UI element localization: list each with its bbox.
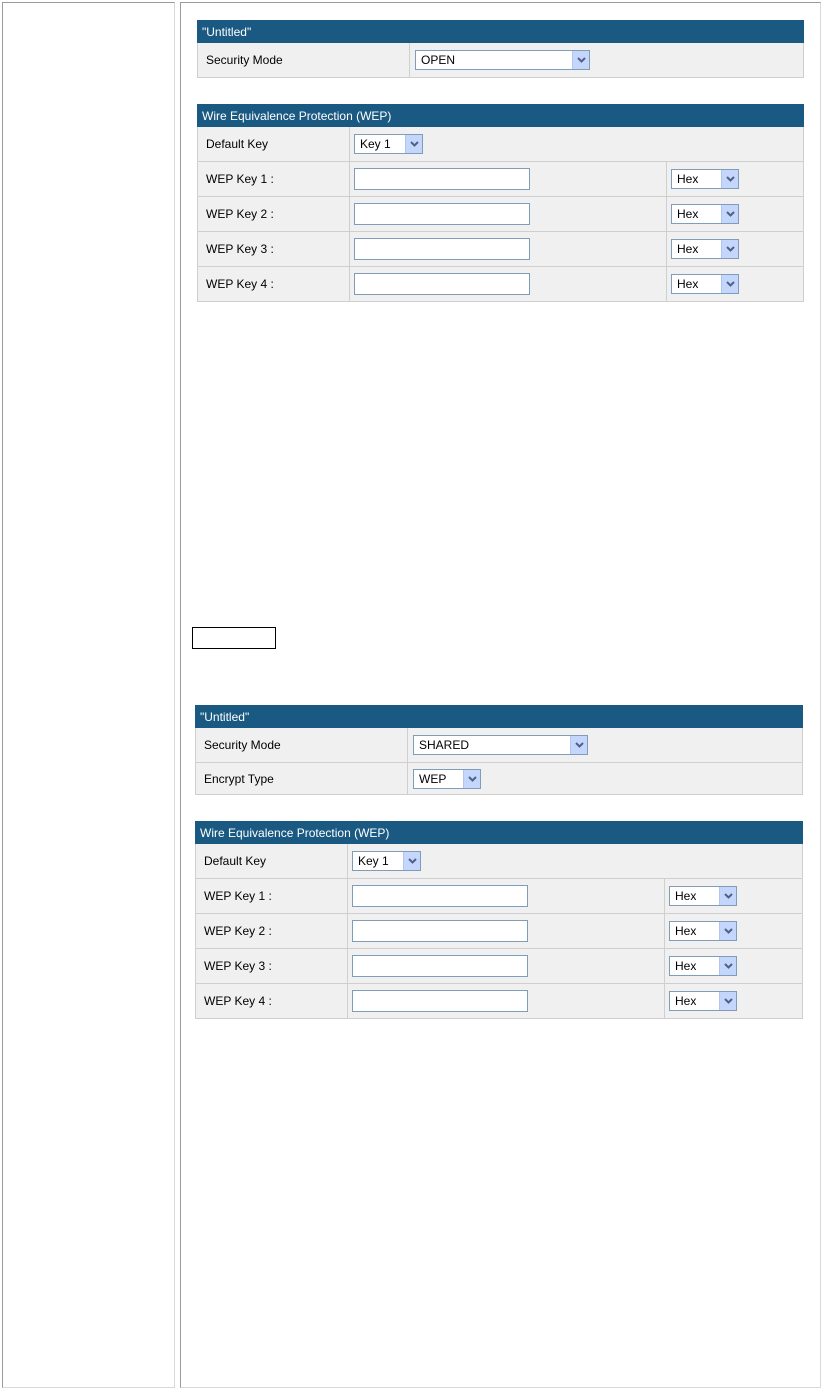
security-mode-label: Security Mode (195, 727, 408, 763)
empty-label-box (192, 627, 276, 649)
chevron-down-icon[interactable] (719, 922, 736, 940)
table-title: "Untitled" (195, 705, 803, 728)
security-table-shared: "Untitled" Security Mode SHARED Encrypt … (195, 705, 803, 795)
chevron-down-icon[interactable] (719, 992, 736, 1010)
wep-key-label: WEP Key 2 : (197, 196, 350, 232)
chevron-down-icon[interactable] (572, 51, 589, 69)
wep-key-2-format-select[interactable]: Hex (669, 921, 737, 941)
wep-key-3-input[interactable] (354, 238, 530, 260)
wep-key-4-format-select[interactable]: Hex (671, 274, 739, 294)
chevron-down-icon[interactable] (719, 887, 736, 905)
wep-key-label: WEP Key 3 : (197, 231, 350, 267)
chevron-down-icon[interactable] (721, 205, 738, 223)
chevron-down-icon[interactable] (721, 275, 738, 293)
wep-table-open: Wire Equivalence Protection (WEP) Defaul… (197, 104, 804, 302)
wep-key-2-input[interactable] (352, 920, 528, 942)
chevron-down-icon[interactable] (721, 170, 738, 188)
chevron-down-icon[interactable] (719, 957, 736, 975)
wep-title: Wire Equivalence Protection (WEP) (197, 104, 804, 127)
encrypt-type-label: Encrypt Type (195, 762, 408, 795)
chevron-down-icon[interactable] (463, 769, 480, 788)
left-frame (2, 2, 175, 1388)
encrypt-type-select[interactable]: WEP (413, 768, 481, 789)
default-key-label: Default Key (195, 843, 348, 879)
wep-key-1-input[interactable] (352, 885, 528, 907)
wep-key-4-input[interactable] (352, 990, 528, 1012)
wep-key-1-input[interactable] (354, 168, 530, 190)
wep-key-label: WEP Key 4 : (195, 983, 348, 1019)
security-mode-select[interactable]: SHARED (413, 735, 588, 755)
wep-key-label: WEP Key 4 : (197, 266, 350, 302)
wep-title: Wire Equivalence Protection (WEP) (195, 821, 803, 844)
wep-key-2-format-select[interactable]: Hex (671, 204, 739, 224)
wep-key-label: WEP Key 1 : (195, 878, 348, 914)
default-key-select[interactable]: Key 1 (354, 134, 423, 154)
security-table-open: "Untitled" Security Mode OPEN (197, 20, 804, 78)
wep-key-1-format-select[interactable]: Hex (671, 169, 739, 189)
chevron-down-icon[interactable] (570, 736, 587, 754)
security-mode-label: Security Mode (197, 42, 410, 78)
wep-key-3-format-select[interactable]: Hex (669, 956, 737, 976)
wep-key-3-format-select[interactable]: Hex (671, 239, 739, 259)
default-key-select[interactable]: Key 1 (352, 851, 421, 871)
wep-key-4-input[interactable] (354, 273, 530, 295)
table-title: "Untitled" (197, 20, 804, 43)
default-key-label: Default Key (197, 126, 350, 162)
wep-key-1-format-select[interactable]: Hex (669, 886, 737, 906)
wep-table-shared: Wire Equivalence Protection (WEP) Defaul… (195, 821, 803, 1019)
wep-key-label: WEP Key 3 : (195, 948, 348, 984)
security-mode-select[interactable]: OPEN (415, 50, 590, 70)
wep-key-2-input[interactable] (354, 203, 530, 225)
chevron-down-icon[interactable] (403, 852, 420, 870)
wep-key-4-format-select[interactable]: Hex (669, 991, 737, 1011)
chevron-down-icon[interactable] (405, 135, 422, 153)
wep-key-label: WEP Key 2 : (195, 913, 348, 949)
wep-key-label: WEP Key 1 : (197, 161, 350, 197)
chevron-down-icon[interactable] (721, 240, 738, 258)
wep-key-3-input[interactable] (352, 955, 528, 977)
